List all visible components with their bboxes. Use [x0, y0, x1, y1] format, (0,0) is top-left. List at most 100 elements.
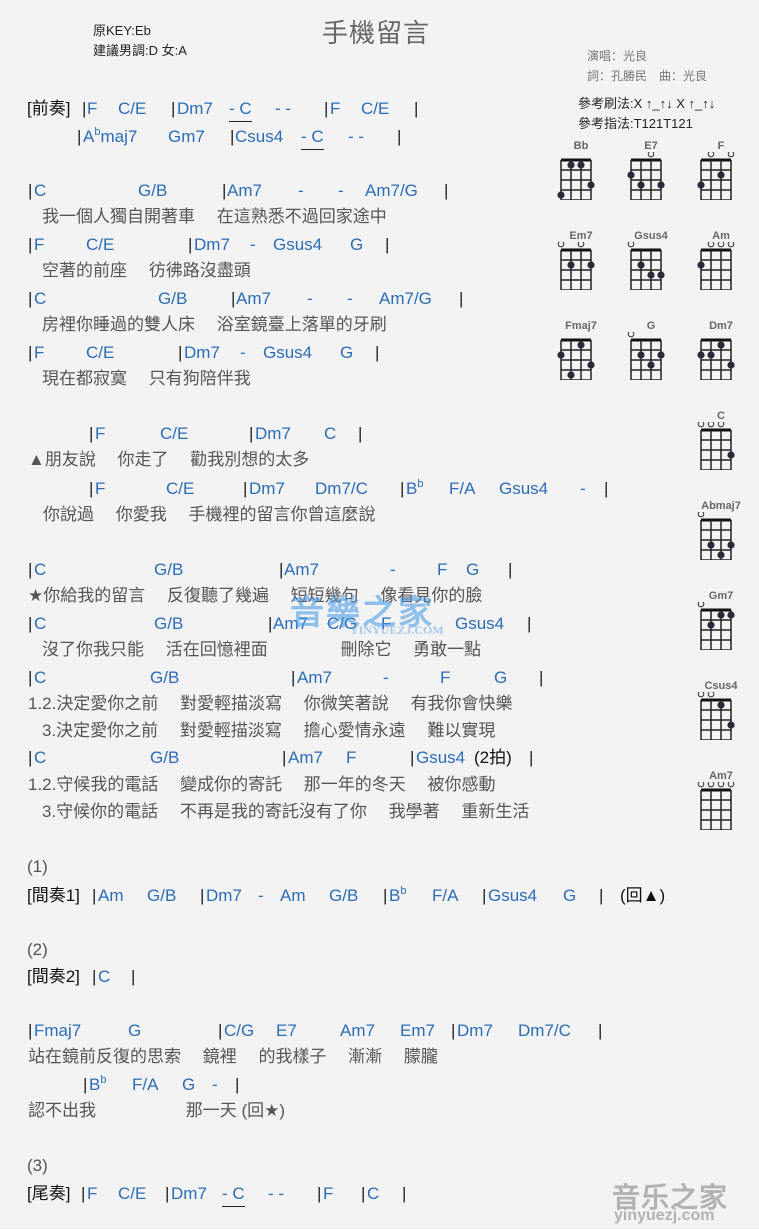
open-string-marker: [577, 242, 585, 248]
chord: G/B: [154, 614, 184, 633]
chord: F: [95, 479, 106, 498]
nut: [631, 158, 661, 162]
bar-line: |: [131, 967, 136, 986]
bar-line: |: [28, 343, 33, 362]
chord: F/A: [449, 479, 476, 498]
lyric-line: 認不出我 那一天 (回★): [28, 1101, 286, 1120]
nut: [631, 248, 661, 252]
chord: Am7: [284, 560, 319, 579]
section-number: (3): [27, 1156, 48, 1175]
chord: F/A: [432, 886, 459, 905]
chord: - C: [301, 125, 324, 150]
chord-diagram-name: Am: [712, 230, 730, 242]
bar-line: |: [28, 235, 33, 254]
chord-root: B: [389, 886, 401, 905]
chord-diagram-name: Csus4: [704, 680, 738, 692]
nut: [701, 248, 731, 252]
chord: F: [95, 424, 106, 443]
chord: C/E: [166, 479, 195, 498]
chord: Am7: [297, 668, 332, 687]
lyric-line-verse-3: 3.守候你的電話 不再是我的寄託沒有了你 我學著 重新生活: [42, 802, 530, 821]
corner-watermark-url: yinyuezj.com: [614, 1207, 715, 1224]
finger-dot: [727, 721, 735, 729]
finger-dot: [567, 161, 575, 169]
chord-diagram-name: Gm7: [708, 590, 734, 602]
chord-dash: -: [383, 668, 389, 687]
chord-diagram-name: Abmaj7: [701, 500, 741, 512]
chord: C: [324, 424, 337, 443]
bar-line: |: [28, 748, 33, 767]
chord: F: [330, 99, 341, 118]
finger-dot: [727, 611, 735, 619]
chord-dash: -: [250, 235, 256, 254]
open-string-marker: [707, 152, 715, 158]
chord-dash: - -: [275, 99, 292, 118]
nut: [701, 698, 731, 702]
finger-dot: [627, 171, 635, 179]
bar-line: |: [291, 668, 296, 687]
chord: G: [563, 886, 577, 905]
fretboard: [627, 152, 665, 200]
strum-pattern: 參考刷法:X ↑_↑↓ X ↑_↑↓: [578, 96, 716, 111]
bar-line: |: [81, 1184, 86, 1203]
bar-line: |: [28, 668, 33, 687]
chord: G/B: [150, 668, 180, 687]
chord: G/B: [138, 181, 168, 200]
bar-line: |: [375, 343, 380, 362]
chord: G: [350, 235, 364, 254]
nut: [701, 608, 731, 612]
lyric-line: ▲朋友說 你走了 勸我別想的太多: [28, 450, 310, 469]
bar-line: |: [92, 886, 97, 905]
finger-dot: [707, 621, 715, 629]
chord: Gsus4: [263, 343, 313, 362]
open-string-marker: [727, 242, 735, 248]
open-string-marker: [707, 242, 715, 248]
open-string-marker: [707, 692, 715, 698]
lyric-line-verse-1-2: 1.2.守候我的電話 變成你的寄託 那一年的冬天 被你感動: [28, 775, 496, 794]
chord: Em7: [400, 1021, 435, 1040]
finger-dot: [657, 351, 665, 359]
chord: Dm7: [171, 1184, 207, 1203]
chord: Dm7/C: [315, 479, 368, 498]
chord: F: [87, 99, 98, 118]
chord: C: [34, 668, 47, 687]
bar-line: |: [82, 99, 87, 118]
bar-line: |: [89, 479, 94, 498]
open-string-marker: [627, 332, 635, 338]
open-string-marker: [727, 152, 735, 158]
chord: Am7: [340, 1021, 375, 1040]
bar-line: |: [28, 560, 33, 579]
bar-line: |: [358, 424, 363, 443]
bar-line: |: [171, 99, 176, 118]
chord: Gsus4: [416, 748, 466, 767]
chord: C: [34, 560, 47, 579]
bar-line: |: [482, 886, 487, 905]
chord: C/E: [361, 99, 390, 118]
original-key: 原KEY:Eb: [93, 23, 151, 38]
chord: F: [440, 668, 451, 687]
chord-diagram-name: Gsus4: [634, 230, 668, 242]
bar-line: |: [28, 614, 33, 633]
finger-dot: [717, 611, 725, 619]
bar-line: |: [383, 886, 388, 905]
chord: G: [340, 343, 354, 362]
chord: Dm7: [194, 235, 230, 254]
chord: G/B: [150, 748, 180, 767]
chord: G/B: [154, 560, 184, 579]
fretboard: [557, 338, 595, 380]
chord: C/E: [118, 99, 147, 118]
lyric-line: 現在都寂寞 只有狗陪伴我: [42, 369, 251, 388]
bar-line: |: [243, 479, 248, 498]
chord: E7: [276, 1021, 297, 1040]
bar-line: |: [529, 748, 534, 767]
chord-diagram-name: Fmaj7: [565, 320, 597, 332]
lyric-line: 空著的前座 彷彿路沒盡頭: [42, 261, 251, 280]
nut: [701, 788, 731, 792]
flat-sign: b: [100, 1074, 107, 1086]
chord: - C: [222, 1182, 245, 1207]
bar-line: |: [317, 1184, 322, 1203]
chord-dash: -: [347, 289, 353, 308]
fretboard: [627, 332, 665, 380]
bar-line: |: [444, 181, 449, 200]
chord: Dm7: [255, 424, 291, 443]
